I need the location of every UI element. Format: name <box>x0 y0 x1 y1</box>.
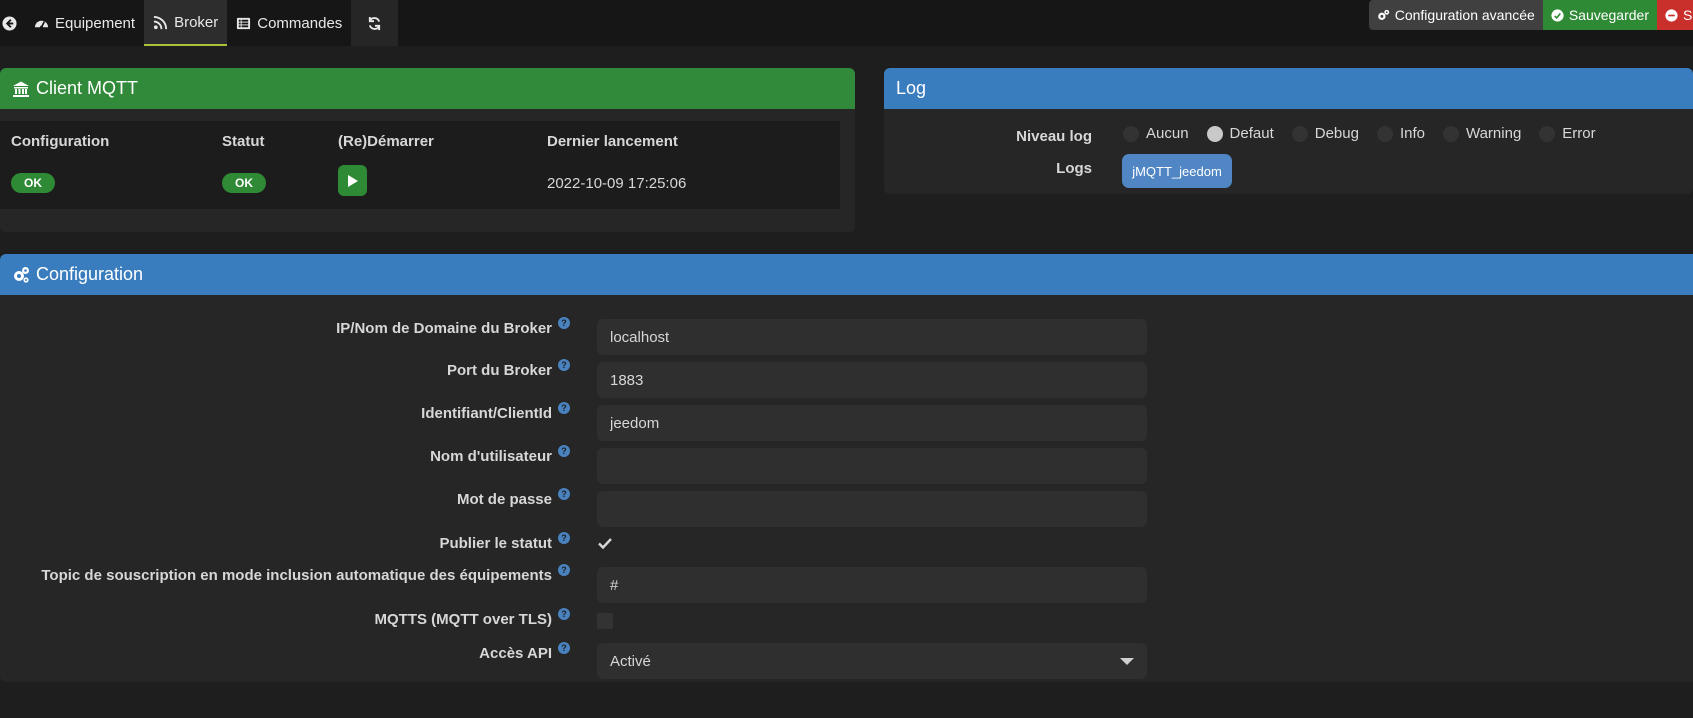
play-icon <box>347 174 358 187</box>
configuration-header: Configuration <box>0 254 1693 295</box>
logs-label: Logs <box>1056 160 1092 177</box>
radio-log-debug[interactable]: Debug <box>1291 125 1359 142</box>
statut-badge: OK <box>222 173 266 193</box>
client-id-label: Identifiant/ClientId <box>421 405 552 422</box>
radio-dot <box>1291 125 1308 142</box>
help-icon[interactable]: ? <box>558 642 570 654</box>
radio-label: Aucun <box>1146 125 1189 142</box>
help-icon[interactable]: ? <box>558 317 570 329</box>
help-icon[interactable]: ? <box>558 608 570 620</box>
radio-label: Defaut <box>1229 125 1274 142</box>
col-header-configuration: Configuration <box>11 133 110 150</box>
username-input[interactable] <box>597 448 1147 484</box>
tab-equipement[interactable]: Equipement <box>25 0 144 46</box>
help-icon[interactable]: ? <box>558 488 570 500</box>
log-header: Log <box>884 68 1693 109</box>
broker-port-label: Port du Broker <box>446 362 552 379</box>
radio-label: Warning <box>1465 125 1522 142</box>
dashboard-icon <box>34 20 49 29</box>
publish-status-label: Publier le statut <box>439 535 552 552</box>
configuration-title: Configuration <box>36 264 144 284</box>
advanced-config-label: Configuration avancée <box>1394 7 1535 23</box>
api-access-value: Activé <box>610 652 651 670</box>
radio-label: Info <box>1399 125 1425 142</box>
password-label: Mot de passe <box>456 491 552 508</box>
radio-log-defaut[interactable]: Defaut <box>1206 125 1274 142</box>
radio-log-info[interactable]: Info <box>1376 125 1425 142</box>
save-label: Sauvegarder <box>1568 7 1649 23</box>
refresh-button[interactable] <box>351 0 399 46</box>
caret-down-icon <box>1120 657 1134 665</box>
radio-label: Debug <box>1314 125 1359 142</box>
rss-icon <box>153 15 168 29</box>
radio-dot <box>1539 125 1556 142</box>
log-file-button[interactable]: jMQTT_jeedom <box>1122 154 1232 188</box>
radio-dot-selected <box>1206 125 1223 142</box>
tab-equipement-label: Equipement <box>55 14 136 32</box>
password-input[interactable] <box>597 491 1147 527</box>
radio-log-warning[interactable]: Warning <box>1442 125 1522 142</box>
save-button[interactable]: Sauvegarder <box>1542 0 1657 30</box>
col-header-last-launch: Dernier lancement <box>547 133 678 150</box>
radio-label: Error <box>1562 125 1596 142</box>
tab-bar: Equipement Broker Commandes <box>0 0 399 46</box>
bank-icon <box>13 81 29 97</box>
radio-dot <box>1376 125 1393 142</box>
tls-label: MQTTS (MQTT over TLS) <box>374 611 553 628</box>
configuration-status-badge: OK <box>11 173 55 193</box>
minus-circle-icon <box>1665 8 1678 22</box>
advanced-config-button[interactable]: Configuration avancée <box>1368 0 1543 30</box>
broker-host-label: IP/Nom de Domaine du Broker <box>336 320 552 337</box>
client-mqtt-panel: Client MQTT <box>0 68 855 232</box>
api-access-label: Accès API <box>479 645 552 662</box>
refresh-icon <box>369 16 381 30</box>
client-mqtt-title: Client MQTT <box>36 78 139 98</box>
cogs-icon <box>1377 9 1389 20</box>
list-icon <box>237 17 251 29</box>
client-id-input[interactable] <box>597 405 1147 441</box>
delete-button[interactable]: Supprimer <box>1657 0 1693 30</box>
delete-label: Supprimer <box>1683 7 1693 23</box>
help-icon[interactable]: ? <box>558 532 570 544</box>
restart-button[interactable] <box>338 165 367 196</box>
topic-input[interactable] <box>597 567 1147 603</box>
radio-dot <box>1123 125 1139 142</box>
log-level-label: Niveau log <box>1016 128 1092 145</box>
check-circle-icon <box>1551 8 1564 22</box>
help-icon[interactable]: ? <box>558 402 570 414</box>
broker-port-input[interactable] <box>597 362 1147 398</box>
col-header-restart: (Re)Démarrer <box>338 133 434 150</box>
log-level-radio-group: Aucun Defaut Debug Info Warning Error <box>1123 125 1614 142</box>
tab-broker-label: Broker <box>174 13 219 31</box>
client-mqtt-header: Client MQTT <box>0 68 855 109</box>
tab-commandes-label: Commandes <box>257 14 343 32</box>
last-launch-value: 2022-10-09 17:25:06 <box>547 175 687 192</box>
arrow-left-circle-icon <box>2 15 17 31</box>
radio-log-aucun[interactable]: Aucun <box>1123 125 1189 142</box>
col-header-statut: Statut <box>222 133 265 150</box>
top-toolbar: Equipement Broker Commandes Configuratio… <box>0 0 1693 46</box>
broker-host-input[interactable] <box>597 319 1147 355</box>
tab-commandes[interactable]: Commandes <box>227 0 351 46</box>
username-label: Nom d'utilisateur <box>430 448 552 465</box>
api-access-select[interactable]: Activé <box>597 643 1147 679</box>
action-buttons: Configuration avancée Sauvegarder Suppri… <box>1368 0 1693 30</box>
publish-status-checkbox[interactable] <box>597 535 613 551</box>
tls-checkbox[interactable] <box>597 613 613 629</box>
help-icon[interactable]: ? <box>558 359 570 371</box>
log-title: Log <box>896 78 927 98</box>
radio-dot <box>1442 125 1459 142</box>
help-icon[interactable]: ? <box>558 564 570 576</box>
radio-log-error[interactable]: Error <box>1539 125 1596 142</box>
topic-label: Topic de souscription en mode inclusion … <box>41 567 552 584</box>
tab-broker[interactable]: Broker <box>144 0 228 46</box>
back-button[interactable] <box>0 0 25 46</box>
help-icon[interactable]: ? <box>558 445 570 457</box>
cogs-icon <box>14 266 29 283</box>
